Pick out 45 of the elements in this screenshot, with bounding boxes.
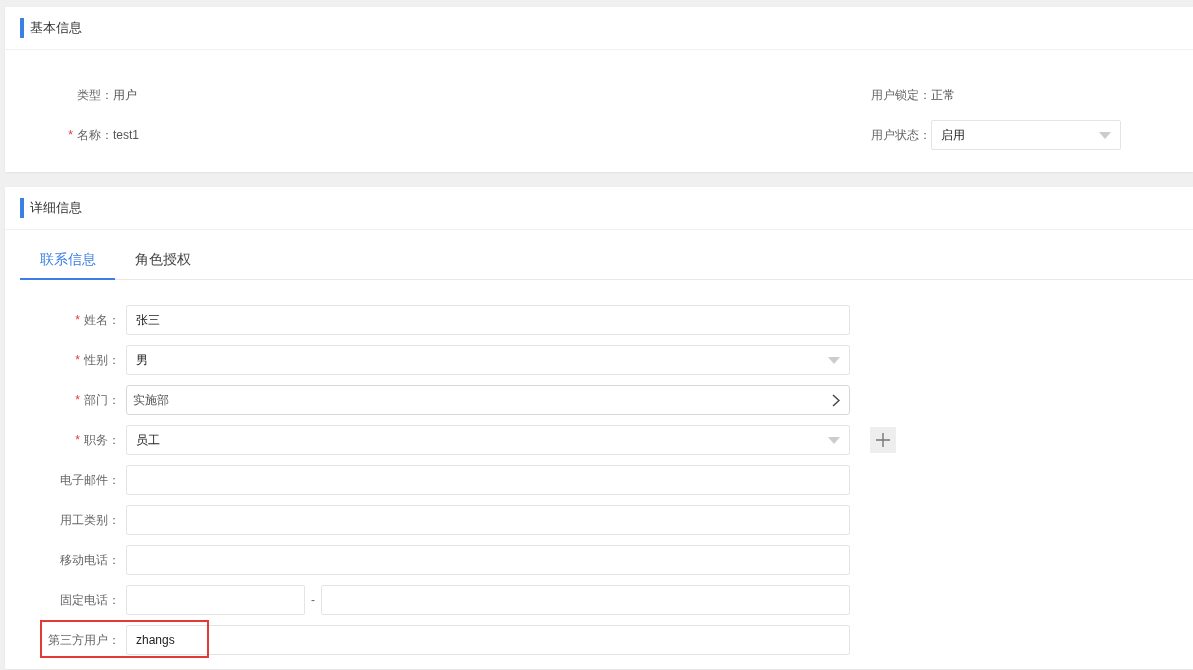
field-label: 类型： [77,86,113,104]
dropdown-caret-icon [828,356,840,364]
text-input[interactable] [126,465,850,495]
required-asterisk: * [68,128,73,142]
dropdown-caret-icon [1099,131,1111,139]
field-label: 性别： [84,351,120,369]
tab[interactable]: 联系信息 [20,242,115,280]
area-code-input[interactable] [126,585,305,615]
field-label: 姓名： [84,311,120,329]
field-label: 用户状态： [870,126,931,144]
field-label: 第三方用户： [48,631,120,649]
dropdown-select[interactable]: 员工 [126,425,850,455]
section-marker [20,198,24,218]
field-label: 职务： [84,431,120,449]
required-asterisk: * [75,393,80,407]
dropdown-caret-icon [828,436,840,444]
required-asterisk: * [75,353,80,367]
field-label: 部门： [84,391,120,409]
text-input[interactable] [126,505,850,535]
field-value: test1 [113,128,139,142]
text-input[interactable]: 张三 [126,305,850,335]
field-label: 用工类别： [60,511,120,529]
chevron-right-icon [832,393,840,407]
field-label: 电子邮件： [60,471,120,489]
field-label: 移动电话： [60,551,120,569]
field-value: 正常 [931,86,955,104]
separator-dash: - [310,593,316,607]
section-marker [20,18,24,38]
text-input[interactable]: zhangs [126,625,850,655]
section-title: 详细信息 [30,199,82,217]
field-label: 用户锁定： [870,86,931,104]
status-select[interactable]: 启用 [931,120,1121,150]
tab[interactable]: 角色授权 [115,242,210,280]
dropdown-select[interactable]: 男 [126,345,850,375]
required-asterisk: * [75,433,80,447]
phone-number-input[interactable] [321,585,850,615]
field-label: 固定电话： [60,591,120,609]
required-asterisk: * [75,313,80,327]
section-title: 基本信息 [30,19,82,37]
field-label: 名称： [77,126,113,144]
department-picker[interactable]: 实施部 [126,385,850,415]
add-button[interactable] [870,427,896,453]
field-value: 用户 [113,86,137,104]
plus-icon [876,433,890,447]
text-input[interactable] [126,545,850,575]
